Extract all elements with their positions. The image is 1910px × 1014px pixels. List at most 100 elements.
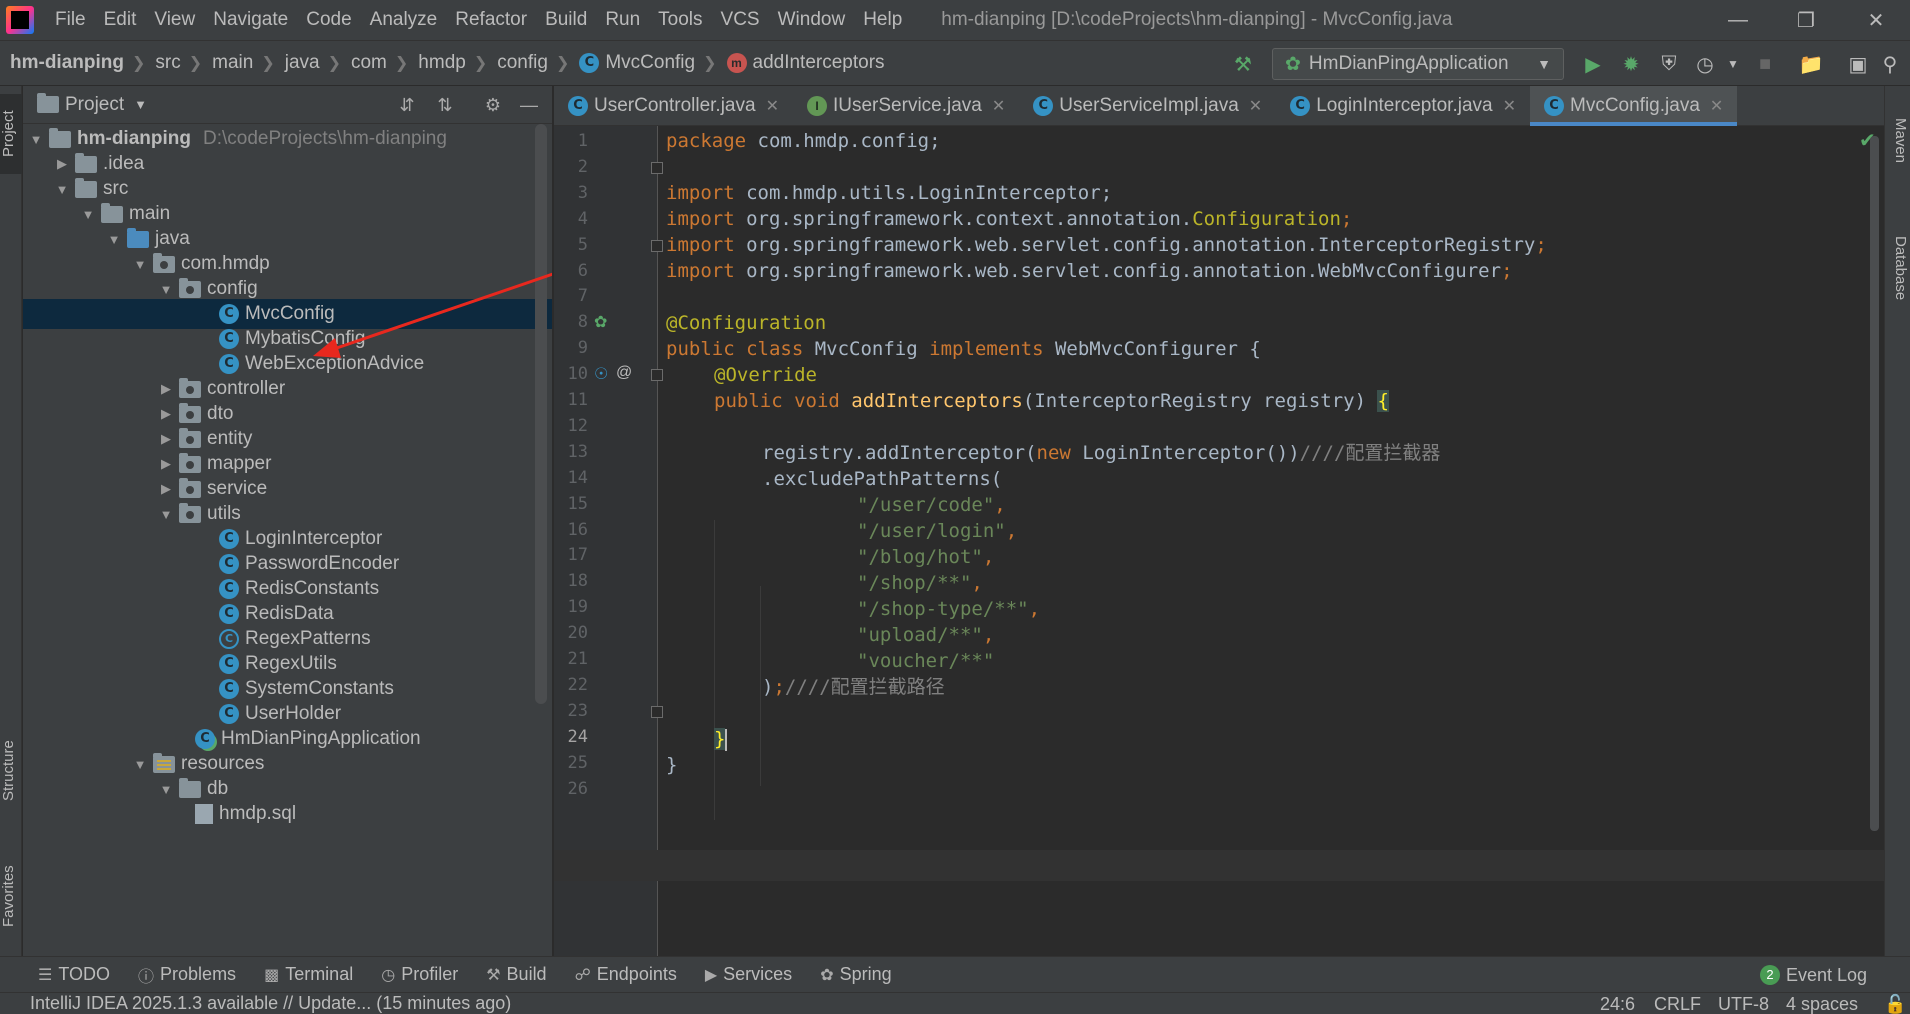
fold-marker-icon[interactable]: [651, 240, 663, 252]
chevron-right-icon[interactable]: ▶: [157, 481, 175, 497]
restore-icon[interactable]: ❐: [1776, 0, 1836, 40]
chevron-down-icon[interactable]: ▼: [131, 257, 149, 272]
bean-reference-gutter-icon[interactable]: @: [616, 364, 632, 382]
close-icon[interactable]: ✕: [766, 96, 779, 116]
profile-dropdown-icon[interactable]: ▼: [1718, 49, 1748, 79]
project-panel-title[interactable]: Project: [65, 94, 124, 116]
tree-scrollbar[interactable]: [535, 124, 547, 704]
chevron-right-icon[interactable]: ▶: [157, 381, 175, 397]
chevron-down-icon[interactable]: ▼: [53, 182, 71, 197]
lock-icon[interactable]: 🔓: [1884, 993, 1906, 1014]
profile-icon[interactable]: ◷: [1690, 49, 1720, 79]
tab-usercontroller[interactable]: C UserController.java ✕: [554, 86, 793, 126]
gear-icon[interactable]: ⚙: [479, 91, 507, 119]
code-line-24[interactable]: }: [714, 724, 728, 755]
breadcrumb-main[interactable]: main ❯: [202, 52, 275, 74]
chevron-right-icon[interactable]: ▶: [157, 456, 175, 472]
chevron-down-icon[interactable]: ▼: [105, 232, 123, 247]
menu-navigate[interactable]: Navigate: [204, 0, 297, 40]
code-editor[interactable]: 1 2 3 4 5 6 7 8 9 10 11 12 13 14 15 16 17 18 19 20 21 22 23 24 2…: [554, 126, 1884, 956]
editor-scrollbar[interactable]: [1870, 136, 1879, 831]
chevron-down-icon[interactable]: ▼: [131, 757, 149, 772]
terminal-window-icon[interactable]: ▣: [1843, 49, 1873, 79]
override-method-gutter-icon[interactable]: ☉: [594, 364, 608, 384]
collapse-all-icon[interactable]: ⇅: [431, 91, 459, 119]
build-hammer-icon[interactable]: ⚒: [1228, 49, 1258, 79]
menu-analyze[interactable]: Analyze: [361, 0, 447, 40]
close-window-icon[interactable]: ✕: [1846, 0, 1906, 40]
menu-view[interactable]: View: [145, 0, 204, 40]
hide-panel-icon[interactable]: —: [515, 91, 543, 119]
problems-tool-button[interactable]: ⓘ Problems: [124, 963, 250, 987]
breadcrumb-method[interactable]: m addInterceptors: [717, 52, 885, 74]
chevron-down-icon[interactable]: ▼: [79, 207, 97, 222]
fold-marker-icon[interactable]: [651, 369, 663, 381]
tab-iuserservice[interactable]: I IUserService.java ✕: [793, 86, 1019, 126]
menu-tools[interactable]: Tools: [649, 0, 711, 40]
breadcrumb-java[interactable]: java ❯: [275, 52, 341, 74]
project-structure-icon[interactable]: 📁: [1796, 49, 1826, 79]
status-message[interactable]: IntelliJ IDEA 2025.1.3 available // Upda…: [0, 993, 511, 1014]
services-tool-button[interactable]: ▶ Services: [691, 964, 806, 985]
close-icon[interactable]: ✕: [1249, 96, 1262, 116]
fold-marker-icon[interactable]: [651, 162, 663, 174]
code-line-11[interactable]: public void addInterceptors(InterceptorR…: [714, 386, 1389, 417]
caret-position[interactable]: 24:6: [1600, 993, 1635, 1014]
menu-build[interactable]: Build: [536, 0, 596, 40]
spring-tool-button[interactable]: ✿ Spring: [806, 964, 905, 985]
code-line-22[interactable]: );////配置拦截路径: [762, 672, 945, 703]
run-icon[interactable]: ▶: [1578, 49, 1608, 79]
chevron-down-icon[interactable]: ▼: [27, 132, 45, 147]
menu-window[interactable]: Window: [769, 0, 855, 40]
favorites-tool-tab[interactable]: Favorites: [0, 846, 22, 946]
build-tool-button[interactable]: ⚒ Build: [472, 964, 560, 985]
chevron-down-icon[interactable]: ▼: [157, 282, 175, 297]
breadcrumb-class[interactable]: C MvcConfig ❯: [569, 52, 717, 74]
menu-vcs[interactable]: VCS: [712, 0, 769, 40]
terminal-tool-button[interactable]: ▩ Terminal: [250, 964, 367, 985]
breadcrumb-hmdp[interactable]: hmdp ❯: [408, 52, 487, 74]
line-separator[interactable]: CRLF: [1654, 993, 1701, 1014]
project-tool-tab[interactable]: Project: [0, 94, 22, 174]
chevron-right-icon[interactable]: ▶: [157, 406, 175, 422]
tab-userserviceimpl[interactable]: C UserServiceImpl.java ✕: [1019, 86, 1276, 126]
menu-code[interactable]: Code: [297, 0, 360, 40]
minimize-icon[interactable]: —: [1708, 0, 1768, 40]
debug-icon[interactable]: ✹: [1616, 49, 1646, 79]
chevron-down-icon[interactable]: ▼: [134, 97, 147, 112]
breadcrumb-src[interactable]: src ❯: [145, 52, 202, 74]
code-line-25[interactable]: }: [666, 750, 677, 781]
structure-tool-tab[interactable]: Structure: [0, 716, 22, 826]
endpoints-tool-button[interactable]: ☍ Endpoints: [561, 964, 691, 985]
todo-tool-button[interactable]: ☰ TODO: [0, 964, 124, 985]
fold-marker-icon[interactable]: [651, 706, 663, 718]
close-icon[interactable]: ✕: [1503, 96, 1516, 116]
event-log-button[interactable]: 2 Event Log: [1760, 957, 1867, 993]
chevron-right-icon[interactable]: ▶: [157, 431, 175, 447]
close-icon[interactable]: ✕: [1710, 96, 1723, 116]
tree-item-hmdp-sql[interactable]: hmdp.sql: [23, 799, 552, 829]
database-tool-tab[interactable]: Database: [1887, 208, 1909, 328]
chevron-down-icon[interactable]: ▼: [157, 507, 175, 522]
breadcrumb-config[interactable]: config ❯: [487, 52, 569, 74]
maven-tool-tab[interactable]: Maven: [1887, 96, 1909, 186]
breadcrumb-com[interactable]: com ❯: [341, 52, 408, 74]
menu-run[interactable]: Run: [596, 0, 649, 40]
profiler-tool-button[interactable]: ◷ Profiler: [367, 964, 472, 985]
indent-setting[interactable]: 4 spaces: [1786, 993, 1858, 1014]
search-icon[interactable]: ⚲: [1875, 49, 1905, 79]
chevron-right-icon[interactable]: ▶: [53, 156, 71, 172]
expand-all-icon[interactable]: ⇵: [393, 91, 421, 119]
code-line-6[interactable]: import org.springframework.web.servlet.c…: [666, 256, 1513, 287]
menu-file[interactable]: File: [46, 0, 95, 40]
code-line-1[interactable]: package com.hmdp.config;: [666, 126, 941, 157]
tab-logininterceptor[interactable]: C LoginInterceptor.java ✕: [1276, 86, 1530, 126]
tab-mvcconfig[interactable]: C MvcConfig.java ✕: [1530, 86, 1738, 126]
run-configuration-select[interactable]: ✿ HmDianPingApplication ▼: [1272, 48, 1564, 80]
menu-edit[interactable]: Edit: [95, 0, 146, 40]
breadcrumb-project[interactable]: hm-dianping ❯: [0, 52, 145, 74]
coverage-icon[interactable]: ⛨: [1654, 49, 1684, 79]
close-icon[interactable]: ✕: [992, 96, 1005, 116]
chevron-down-icon[interactable]: ▼: [157, 782, 175, 797]
menu-help[interactable]: Help: [854, 0, 911, 40]
